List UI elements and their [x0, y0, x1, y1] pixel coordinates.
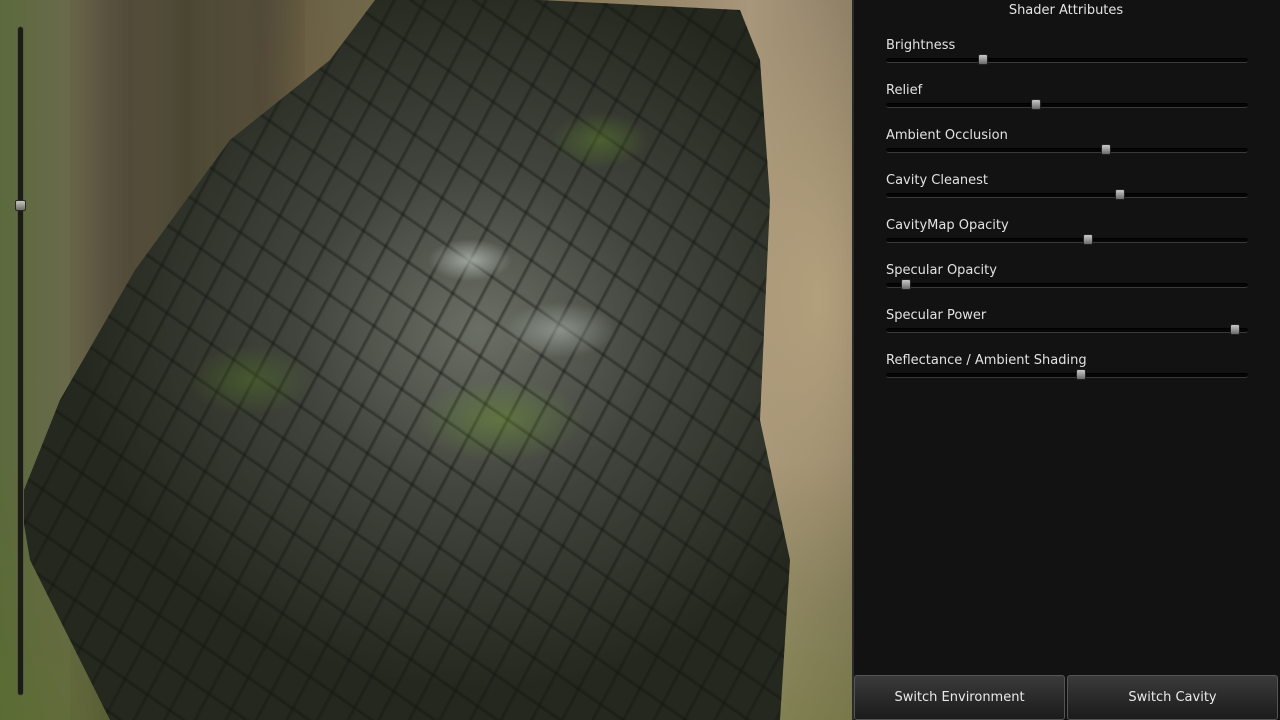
slider-track[interactable] — [886, 238, 1248, 243]
attribute-label: Reflectance / Ambient Shading — [886, 353, 1087, 368]
view-vertical-slider-thumb[interactable] — [15, 199, 26, 211]
attribute-label: CavityMap Opacity — [886, 218, 1009, 233]
shader-attributes-panel: Shader Attributes Brightness Relief Ambi… — [852, 0, 1280, 720]
slider-track[interactable] — [886, 373, 1248, 378]
attribute-label: Specular Power — [886, 308, 987, 323]
slider-track[interactable] — [886, 148, 1248, 153]
slider-thumb[interactable] — [978, 54, 988, 65]
panel-title: Shader Attributes — [1008, 3, 1124, 18]
switch-cavity-button[interactable]: Switch Cavity — [1067, 675, 1278, 720]
slider-track[interactable] — [886, 328, 1248, 333]
attribute-cavity-cleanest: Cavity Cleanest — [886, 173, 1248, 213]
attribute-cavitymap-opacity: CavityMap Opacity — [886, 218, 1248, 258]
attribute-specular-power: Specular Power — [886, 308, 1248, 348]
slider-track[interactable] — [886, 103, 1248, 108]
switch-environment-button[interactable]: Switch Environment — [854, 675, 1065, 720]
slider-track[interactable] — [886, 58, 1248, 63]
slider-thumb[interactable] — [901, 279, 911, 290]
slider-thumb[interactable] — [1100, 144, 1111, 155]
slider-track[interactable] — [886, 193, 1248, 198]
slider-thumb[interactable] — [1083, 234, 1093, 245]
attribute-ambient-occlusion: Ambient Occlusion — [886, 128, 1248, 168]
attribute-label: Ambient Occlusion — [886, 128, 1008, 143]
slider-thumb[interactable] — [1230, 324, 1240, 335]
slider-thumb[interactable] — [1114, 189, 1125, 200]
attribute-label: Relief — [886, 83, 923, 98]
attribute-specular-opacity: Specular Opacity — [886, 263, 1248, 303]
slider-thumb[interactable] — [1030, 99, 1041, 110]
slider-thumb[interactable] — [1076, 369, 1086, 380]
attribute-label: Brightness — [886, 38, 956, 53]
view-vertical-slider-track[interactable] — [17, 26, 24, 696]
attribute-brightness: Brightness — [886, 38, 1248, 78]
attribute-label: Cavity Cleanest — [886, 173, 989, 188]
attribute-relief: Relief — [886, 83, 1248, 123]
attribute-label: Specular Opacity — [886, 263, 997, 278]
3d-viewport[interactable] — [0, 0, 852, 720]
attribute-reflectance-ambient-shading: Reflectance / Ambient Shading — [886, 353, 1248, 393]
slider-track[interactable] — [886, 283, 1248, 288]
